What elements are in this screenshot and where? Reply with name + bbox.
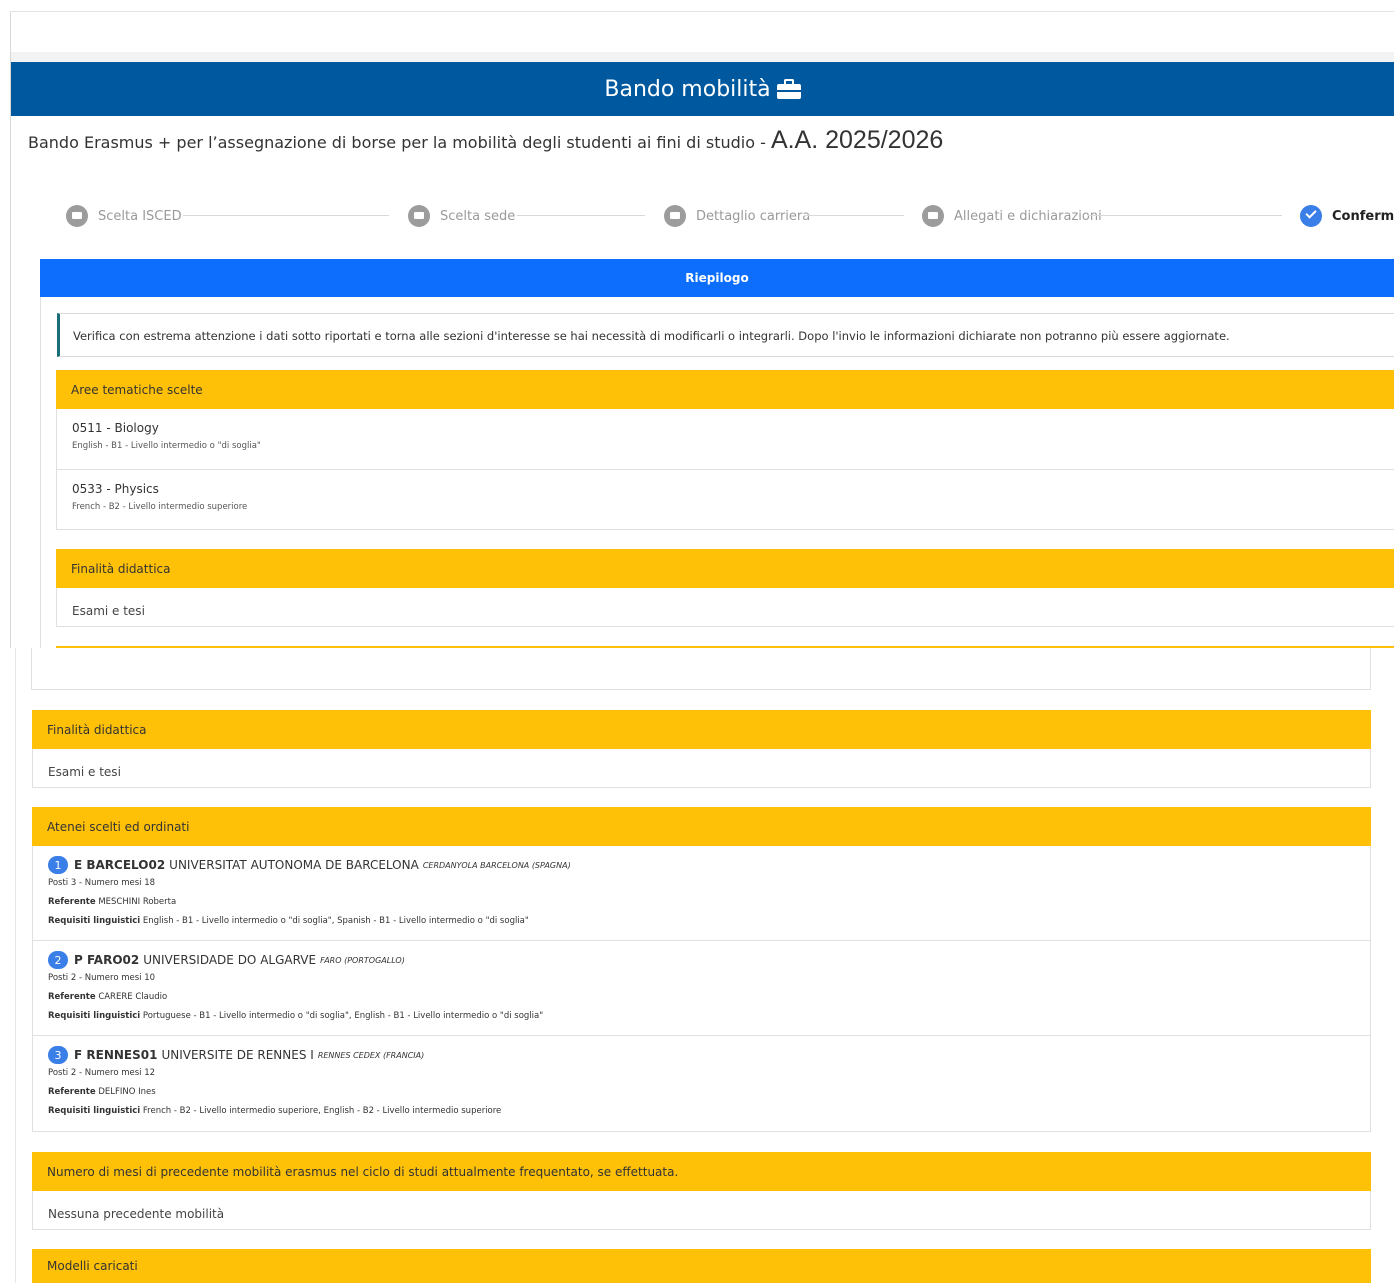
book-icon <box>664 205 686 227</box>
previous-mobility-panel-body: Nessuna precedente mobilità <box>32 1191 1371 1230</box>
page-frame <box>15 648 16 1283</box>
rank-badge: 1 <box>48 856 68 874</box>
verification-notice: Verifica con estrema attenzione i dati s… <box>57 313 1394 357</box>
list-item: 2 P FARO02 UNIVERSIDADE DO ALGARVE FARO … <box>33 941 1370 1036</box>
purpose-panel-body: Esami e tesi <box>32 749 1371 788</box>
summary-view-top: Bando mobilità Bando Erasmus + per l’ass… <box>0 0 1394 648</box>
summary-title: Riepilogo <box>685 271 749 285</box>
purpose-value: Esami e tesi <box>72 604 145 618</box>
university-code: E BARCELO02 <box>74 858 166 872</box>
university-language-requirements: Requisiti linguistici Portuguese - B1 - … <box>48 1011 544 1021</box>
step-label: Allegati e dichiarazioni <box>954 208 1102 224</box>
list-item: Nessuna precedente mobilità <box>33 1191 1370 1230</box>
list-item: Esami e tesi <box>33 749 1370 788</box>
step-allegati[interactable]: Allegati e dichiarazioni <box>922 203 1102 229</box>
step-dettaglio-carriera[interactable]: Dettaglio carriera <box>664 203 810 229</box>
area-language: English - B1 - Livello intermedio o "di … <box>72 441 261 451</box>
university-name: UNIVERSIDADE DO ALGARVE <box>143 953 317 967</box>
wizard-stepper: Scelta ISCED Scelta sede Dettaglio carri… <box>60 203 1394 229</box>
university-name: UNIVERSITAT AUTONOMA DE BARCELONA <box>169 858 419 872</box>
university-language-requirements: Requisiti linguistici English - B1 - Liv… <box>48 916 529 926</box>
university-name: UNIVERSITE DE RENNES I <box>161 1048 314 1062</box>
purpose-panel-header: Finalità didattica <box>32 710 1371 749</box>
universities-panel-header: Atenei scelti ed ordinati <box>32 807 1371 846</box>
university-code: F RENNES01 <box>74 1048 158 1062</box>
step-label: Dettaglio carriera <box>696 208 811 224</box>
briefcase-icon <box>776 79 801 99</box>
university-city: CERDANYOLA BARCELONA (SPAGNA) <box>422 860 571 870</box>
paperclip-icon <box>922 205 944 227</box>
step-label: Scelta ISCED <box>98 208 182 224</box>
purpose-title: Finalità didattica <box>71 561 171 576</box>
page-title-bar: Bando mobilità <box>11 62 1394 116</box>
list-item: 0511 - Biology English - B1 - Livello in… <box>57 409 1394 470</box>
list-item: 1 E BARCELO02 UNIVERSITAT AUTONOMA DE BA… <box>33 846 1370 941</box>
check-icon <box>1300 205 1322 227</box>
previous-mobility-panel-header: Numero di mesi di precedente mobilità er… <box>32 1152 1371 1191</box>
notice-text: Verifica con estrema attenzione i dati s… <box>73 329 1230 343</box>
list-item: 3 F RENNES01 UNIVERSITE DE RENNES I RENN… <box>33 1036 1370 1132</box>
step-connector <box>804 215 904 216</box>
rank-badge: 3 <box>48 1046 68 1064</box>
area-name: 0511 - Biology <box>72 421 159 435</box>
university-slots: Posti 2 - Numero mesi 12 <box>48 1068 156 1078</box>
university-slots: Posti 3 - Numero mesi 18 <box>48 878 156 888</box>
university-city: RENNES CEDEX (FRANCIA) <box>317 1050 425 1060</box>
university-contact: Referente MESCHINI Roberta <box>48 897 177 907</box>
areas-title: Aree tematiche scelte <box>71 382 203 397</box>
university-code: P FARO02 <box>74 953 140 967</box>
previous-mobility-title: Numero di mesi di precedente mobilità er… <box>47 1164 679 1179</box>
areas-panel-header: Aree tematiche scelte <box>56 370 1394 409</box>
academic-year: A.A. 2025/2026 <box>770 126 944 154</box>
list-item: 0533 - Physics French - B2 - Livello int… <box>57 470 1394 530</box>
step-scelta-sede[interactable]: Scelta sede <box>408 203 515 229</box>
university-contact: Referente DELFINO Ines <box>48 1087 156 1097</box>
step-label: Scelta sede <box>440 208 516 224</box>
page-title: Bando mobilità <box>604 76 771 102</box>
previous-mobility-value: Nessuna precedente mobilità <box>48 1207 225 1221</box>
universities-panel-body: 1 E BARCELO02 UNIVERSITAT AUTONOMA DE BA… <box>32 846 1371 1132</box>
universities-title: Atenei scelti ed ordinati <box>47 819 190 834</box>
area-name: 0533 - Physics <box>72 482 159 496</box>
university-contact: Referente CARERE Claudio <box>48 992 168 1002</box>
summary-view-bottom: Finalità didattica Esami e tesi Atenei s… <box>0 648 1394 1283</box>
list-item: Esami e tesi <box>57 588 1394 627</box>
list-icon <box>408 205 430 227</box>
purpose-value: Esami e tesi <box>48 765 121 779</box>
summary-header: Riepilogo <box>40 259 1394 297</box>
university-city: FARO (PORTOGALLO) <box>320 955 405 965</box>
step-connector <box>183 215 389 216</box>
call-subtitle: Bando Erasmus + per l’assegnazione di bo… <box>28 126 943 155</box>
step-conferma[interactable]: Conferma <box>1300 203 1394 229</box>
university-slots: Posti 2 - Numero mesi 10 <box>48 973 156 983</box>
purpose-panel-body: Esami e tesi <box>56 588 1394 627</box>
step-scelta-isced[interactable]: Scelta ISCED <box>66 203 182 229</box>
area-language: French - B2 - Livello intermedio superio… <box>72 502 248 512</box>
call-title: Bando Erasmus + per l’assegnazione di bo… <box>28 133 771 152</box>
purpose-panel-header: Finalità didattica <box>56 549 1394 588</box>
step-connector <box>517 215 645 216</box>
purpose-title: Finalità didattica <box>47 722 147 737</box>
step-label: Conferma <box>1332 208 1394 224</box>
areas-panel-body: 0511 - Biology English - B1 - Livello in… <box>56 409 1394 530</box>
university-language-requirements: Requisiti linguistici French - B2 - Live… <box>48 1106 502 1116</box>
step-connector <box>1088 215 1282 216</box>
briefcase-icon <box>66 205 88 227</box>
models-title: Modelli caricati <box>47 1259 138 1273</box>
previous-panel-tail <box>31 648 1371 690</box>
models-panel-header: Modelli caricati <box>32 1249 1371 1283</box>
top-strip <box>11 52 1394 62</box>
rank-badge: 2 <box>48 951 68 969</box>
